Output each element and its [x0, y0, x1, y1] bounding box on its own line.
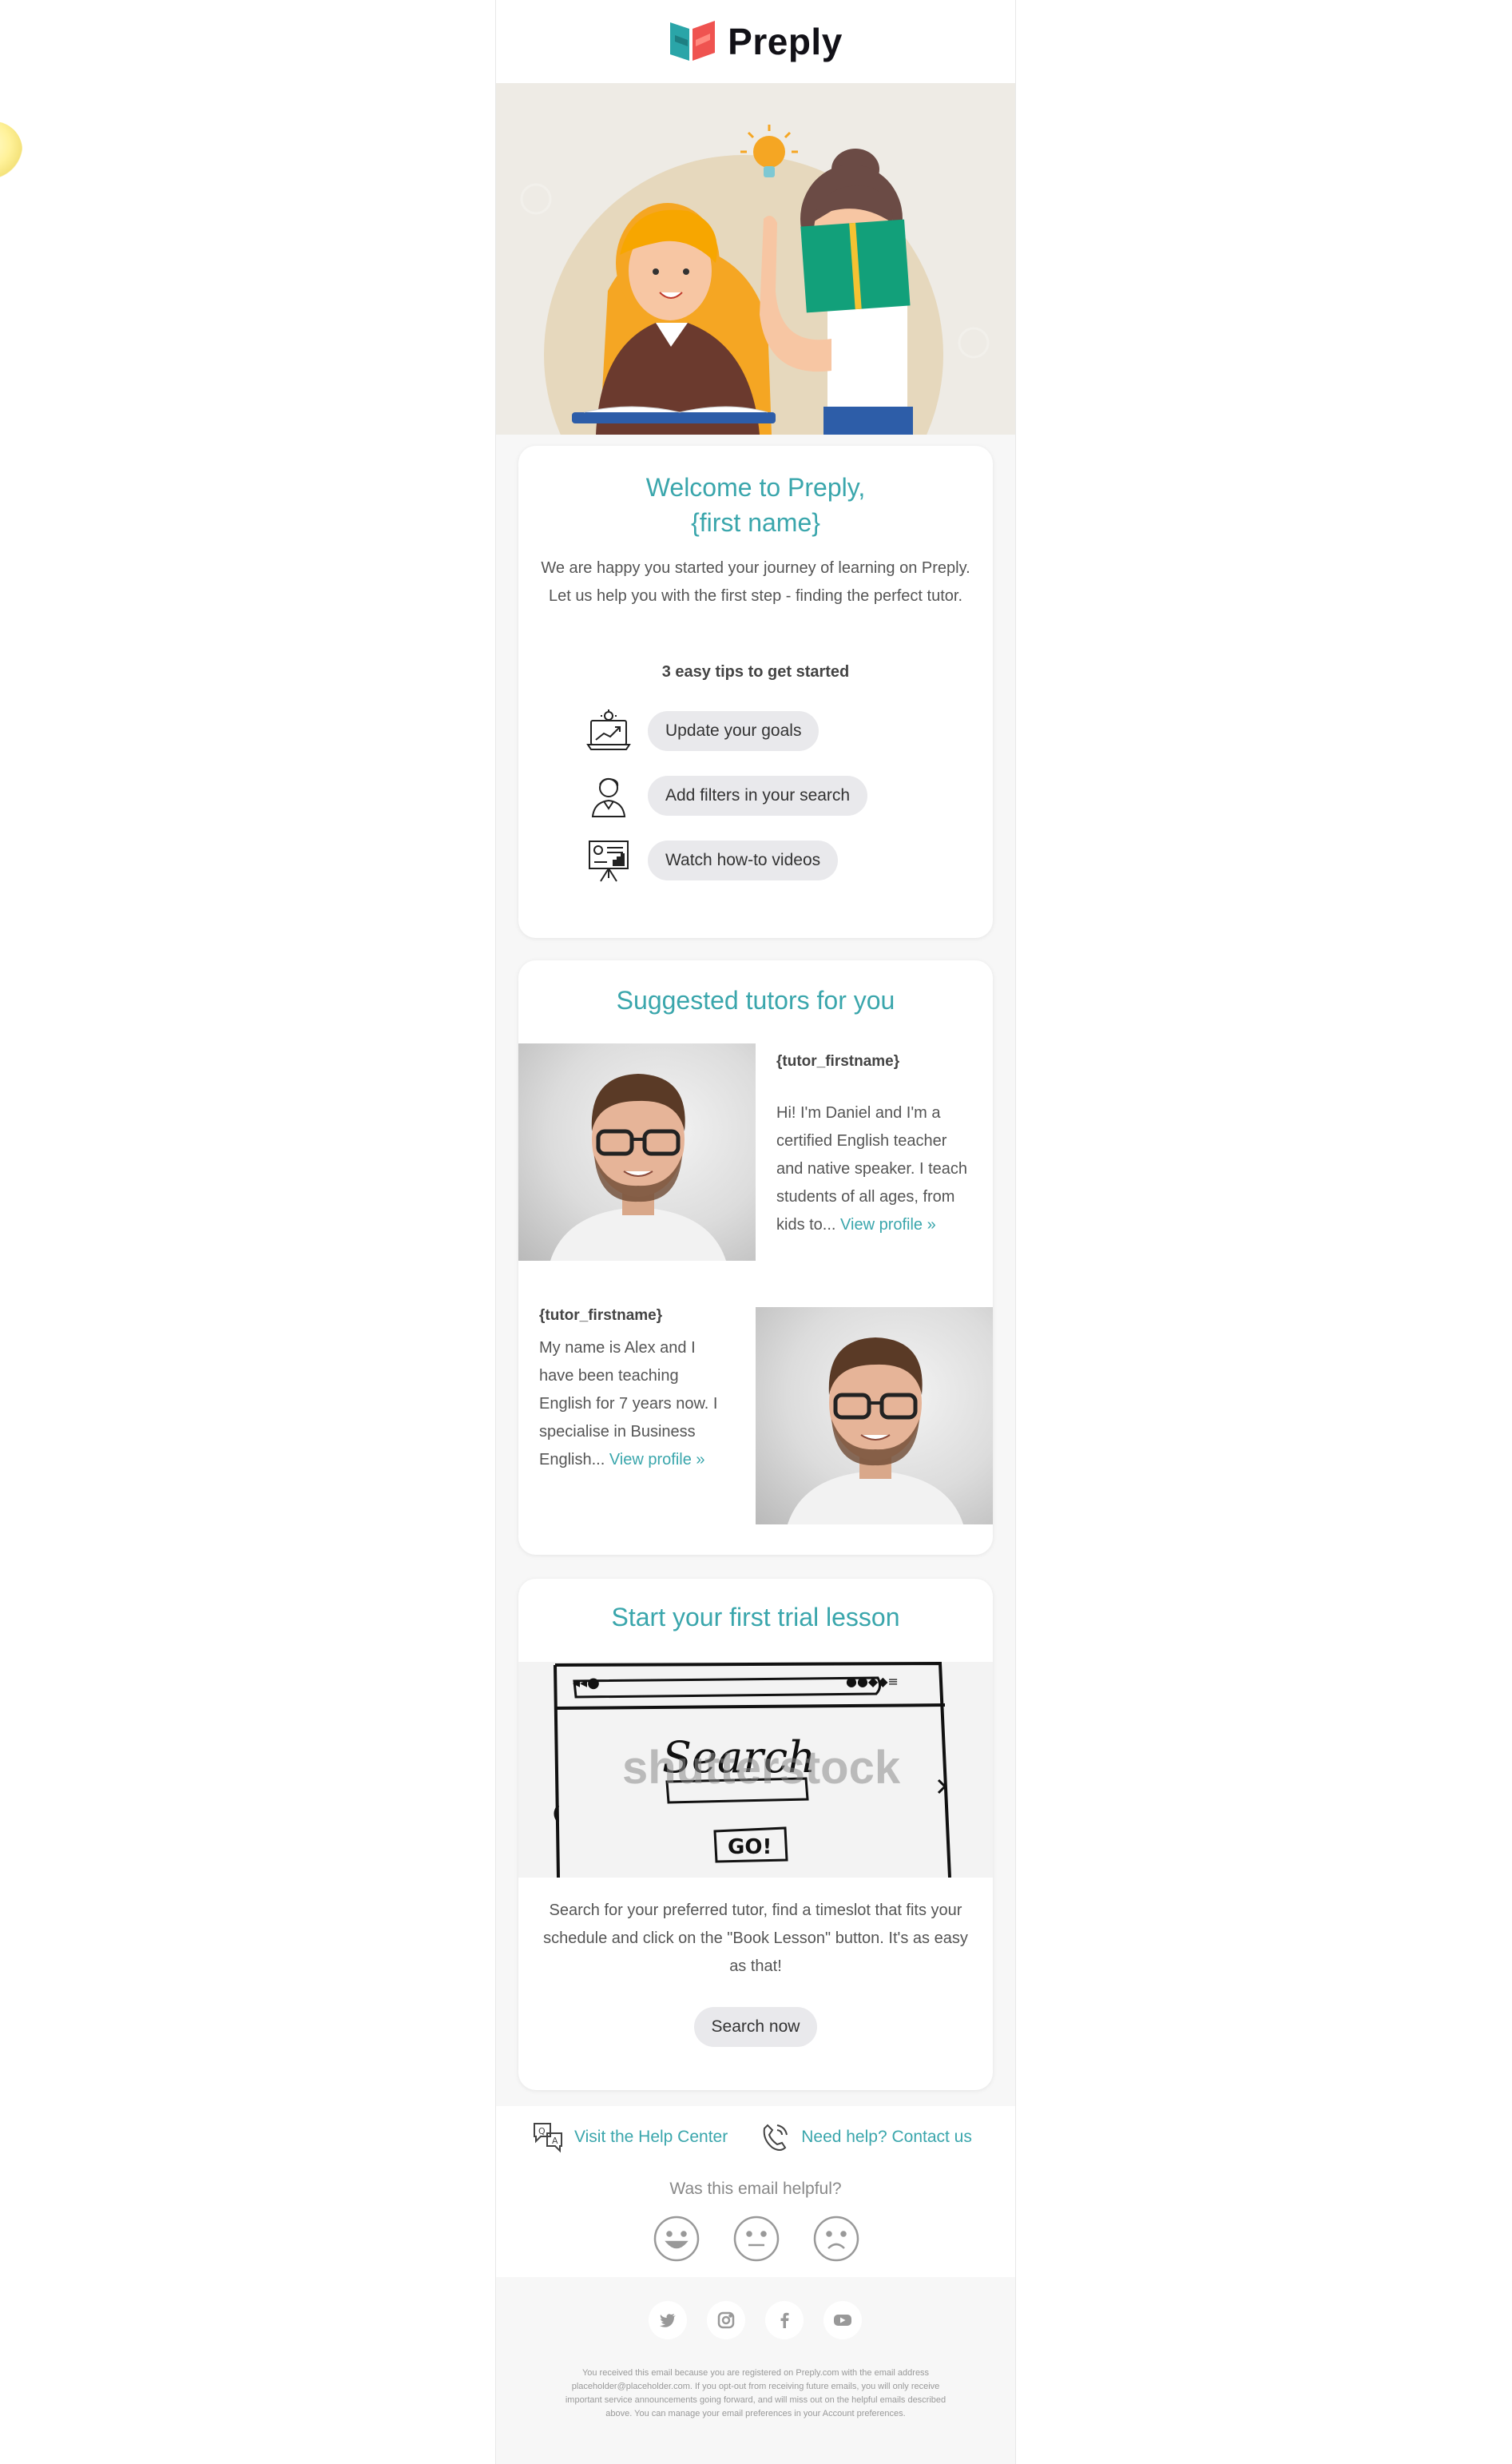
email-header: Preply [496, 0, 1015, 83]
tutor-bio-1-last: kids to... [776, 1216, 841, 1234]
tutor-name-2: {tutor_firstname} [539, 1307, 663, 1324]
update-goals-button[interactable]: Update your goals [648, 711, 819, 751]
tutor-bio-2-last: English... [539, 1451, 609, 1468]
welcome-intro-line1: We are happy you started your journey of… [541, 559, 970, 577]
tutor-bio-2-line: My name is Alex and I [539, 1339, 696, 1357]
tip-row-update-goals[interactable]: Update your goals [582, 709, 819, 753]
email-container: Preply Welcome to Preply, {first name} W… [495, 0, 1016, 2464]
help-center-label: Visit the Help Center [574, 2128, 728, 2146]
welcome-intro: We are happy you started your journey of… [518, 554, 993, 610]
tutor-portrait-2 [788, 1337, 963, 1524]
tutor-portrait-1 [550, 1074, 726, 1261]
feedback-smileys [653, 2215, 860, 2263]
tutor-bio-1-line: and native speaker. I teach [776, 1160, 968, 1178]
social-icons [649, 2301, 862, 2339]
smiley-neutral-icon[interactable] [732, 2215, 780, 2263]
sketch-go-label: GO! [728, 1835, 772, 1859]
svg-text:Q: Q [538, 2126, 546, 2136]
tutor-info-1: {tutor_firstname} Hi! I'm Daniel and I'm… [776, 1053, 984, 1239]
legal-line: placeholder@placeholder.com. If you opt-… [571, 2382, 940, 2391]
trial-text-line: schedule and click on the "Book Lesson" … [543, 1929, 968, 1947]
email-footer: You received this email because you are … [496, 2277, 1015, 2464]
tip-row-watch-videos[interactable]: Watch how-to videos [582, 839, 839, 882]
trial-text-line: Search for your preferred tutor, find a … [549, 1902, 962, 1919]
search-sketch-image: ◂◂● ●●◆◆≡ Search GO! shutterstock [518, 1662, 993, 1878]
tip-row-add-filters[interactable]: Add filters in your search [582, 774, 868, 817]
help-links: Q A Visit the Help Center Need help? Con… [531, 2120, 972, 2154]
laptop-growth-icon [582, 709, 635, 753]
tutor-photo-1[interactable] [518, 1043, 756, 1261]
tutor-bio-1-line: students of all ages, from [776, 1188, 955, 1206]
svg-text:A: A [552, 2136, 558, 2146]
tutors-title: Suggested tutors for you [616, 986, 895, 1015]
tips-heading: 3 easy tips to get started [661, 663, 850, 681]
legal-line: important service announcements going fo… [565, 2395, 946, 2405]
tutor-bio-1-line: certified English teacher [776, 1132, 947, 1150]
watch-videos-button[interactable]: Watch how-to videos [648, 841, 839, 880]
person-tutor-icon [582, 774, 635, 817]
presentation-board-icon [582, 839, 635, 882]
welcome-intro-line2: Let us help you with the first step - fi… [548, 587, 963, 605]
welcome-card: Welcome to Preply, {first name} We are h… [518, 446, 993, 938]
legal-text: You received this email because you are … [512, 2367, 999, 2421]
welcome-title: Welcome to Preply, {first name} [518, 446, 993, 540]
tutor-photo-2[interactable] [756, 1307, 993, 1524]
welcome-title-line1: Welcome to Preply, [645, 473, 866, 502]
trial-text-line: as that! [729, 1957, 782, 1975]
facebook-icon[interactable] [765, 2301, 804, 2339]
students-illustration [520, 125, 990, 435]
tutor-bio-2: My name is Alex and I have been teaching… [539, 1334, 747, 1474]
trial-card: Start your first trial lesson ◂◂● ●●◆◆≡ … [518, 1579, 993, 2090]
tutors-card: Suggested tutors for you {tutor_firstnam… [518, 960, 993, 1555]
youtube-icon[interactable] [823, 2301, 862, 2339]
legal-line: You received this email because you are … [581, 2368, 930, 2378]
help-section: Q A Visit the Help Center Need help? Con… [496, 2106, 1015, 2277]
trial-title: Start your first trial lesson [611, 1603, 900, 1631]
hero-illustration [496, 83, 1015, 435]
view-profile-link-1[interactable]: View profile » [840, 1216, 936, 1234]
tutor-bio-1: Hi! I'm Daniel and I'm a certified Engli… [776, 1099, 984, 1239]
tutor-bio-2-line: English for 7 years now. I [539, 1395, 718, 1413]
add-filters-button[interactable]: Add filters in your search [648, 776, 868, 816]
search-now-button[interactable]: Search now [693, 2007, 818, 2047]
feedback-question: Was this email helpful? [669, 2180, 842, 2198]
contact-us-label: Need help? Contact us [801, 2128, 972, 2146]
legal-line: above. You can manage your email prefere… [605, 2409, 906, 2418]
svg-text:◂◂●: ◂◂● [573, 1675, 600, 1691]
tutor-bio-2-line: specialise in Business [539, 1423, 696, 1441]
svg-text:●●◆◆≡: ●●◆◆≡ [846, 1674, 899, 1689]
tutor-name-1: {tutor_firstname} [776, 1053, 900, 1070]
qa-bubble-icon: Q A [534, 2123, 562, 2153]
tutor-info-2: {tutor_firstname} My name is Alex and I … [539, 1307, 747, 1474]
help-center-link[interactable]: Q A Visit the Help Center [531, 2120, 728, 2154]
smiley-sad-icon[interactable] [812, 2215, 860, 2263]
instagram-icon[interactable] [707, 2301, 745, 2339]
preply-logo-icon [670, 21, 716, 61]
sketch-watermark: shutterstock [622, 1742, 901, 1794]
welcome-first-name: {first name} [691, 508, 820, 537]
decorative-sun [0, 121, 22, 179]
trial-description: Search for your preferred tutor, find a … [518, 1897, 993, 1981]
tutor-bio-2-line: have been teaching [539, 1367, 679, 1385]
search-now-wrapper: Search now [518, 2007, 993, 2047]
phone-contact-icon [763, 2124, 788, 2151]
tutor-bio-1-line: Hi! I'm Daniel and I'm a [776, 1104, 941, 1122]
browser-sketch: ◂◂● ●●◆◆≡ Search GO! shutterstock [554, 1662, 951, 1878]
contact-us-link[interactable]: Need help? Contact us [758, 2120, 972, 2154]
preply-logo-text[interactable]: Preply [728, 20, 843, 63]
view-profile-link-2[interactable]: View profile » [609, 1451, 705, 1468]
smiley-happy-icon[interactable] [653, 2215, 700, 2263]
twitter-icon[interactable] [649, 2301, 687, 2339]
